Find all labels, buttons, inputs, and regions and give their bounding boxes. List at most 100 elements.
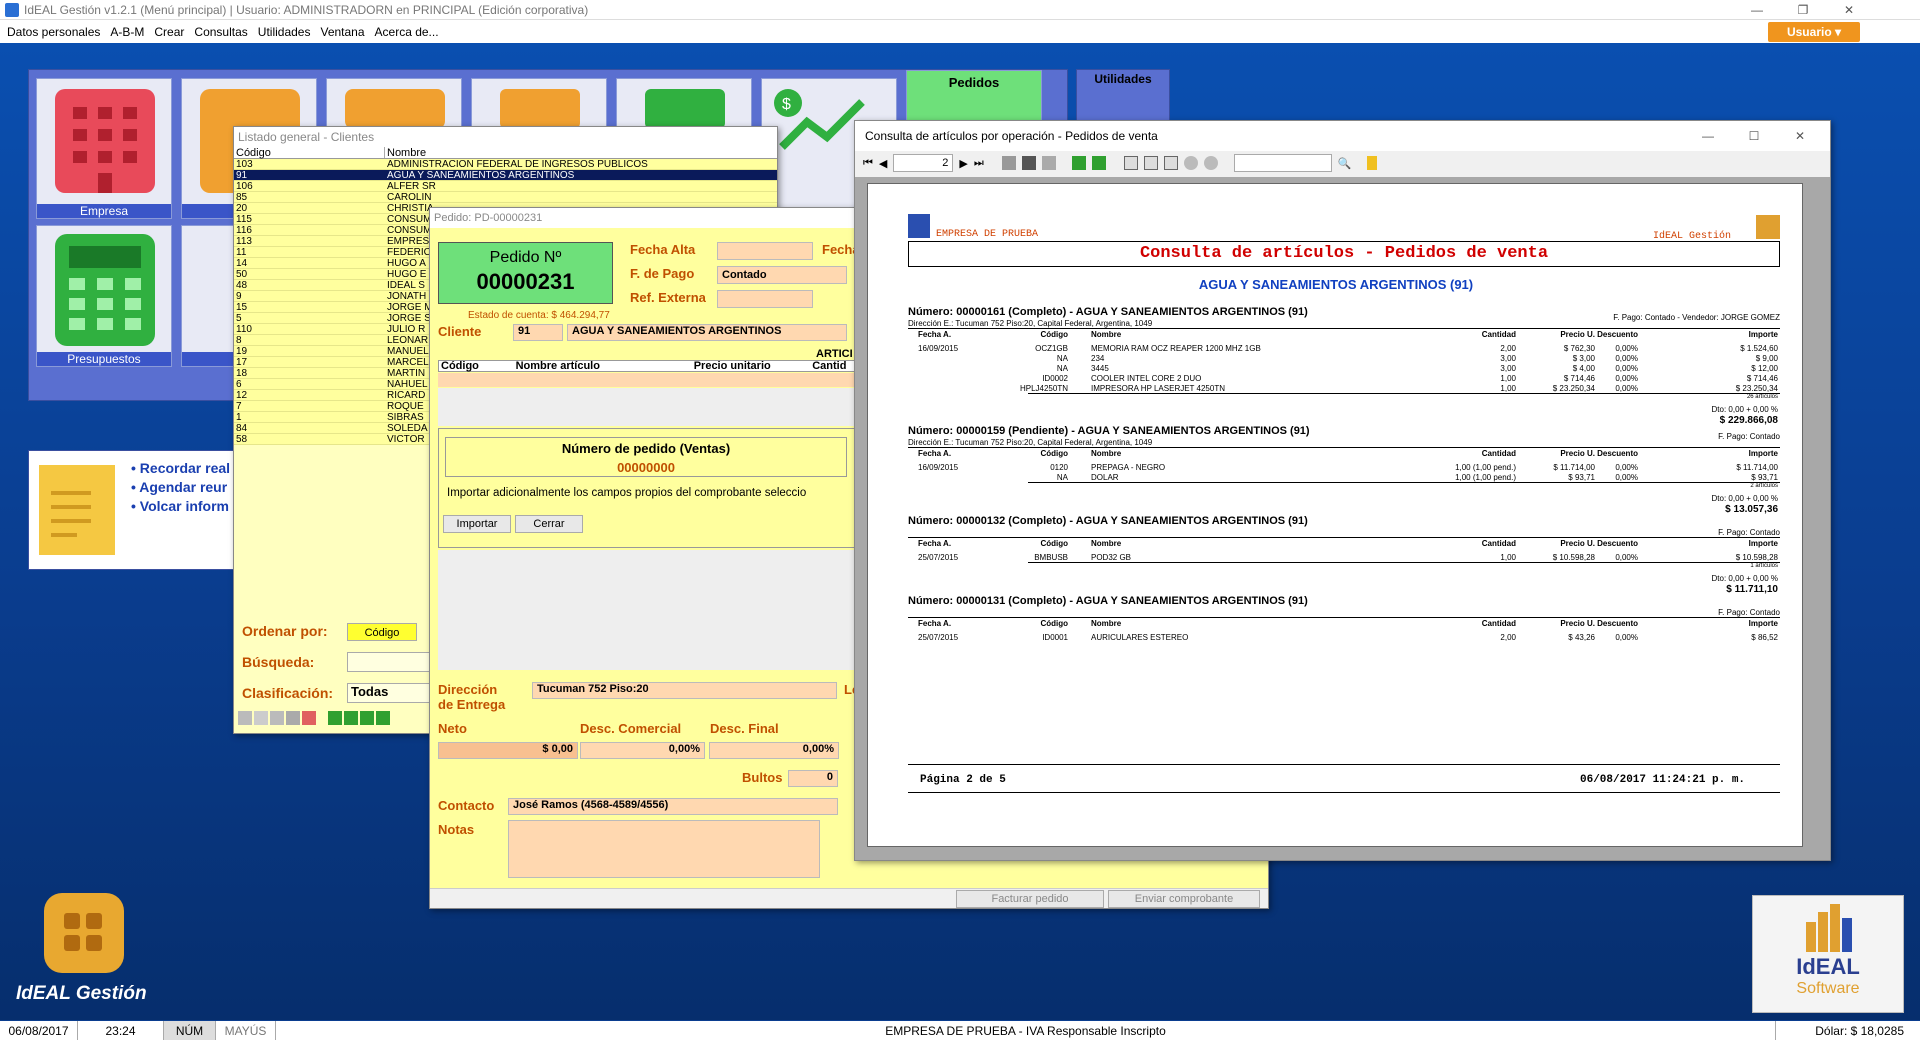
two-page-icon[interactable]	[1143, 156, 1158, 170]
refresh-icon[interactable]	[1071, 156, 1086, 170]
art-col-nombre[interactable]: Nombre artículo	[514, 361, 688, 372]
desc-comercial-value[interactable]: 0,00%	[580, 742, 705, 759]
table-row[interactable]: 106 ALFER SR	[234, 181, 777, 192]
section-p2-row-0-2: PREPAGA - NEGRO	[1091, 463, 1166, 472]
minimize-icon[interactable]: —	[1734, 0, 1780, 20]
cell-codigo: 58	[236, 434, 248, 444]
section-p1-row-2-5: 0,00%	[1615, 364, 1638, 373]
facturar-button[interactable]: Facturar pedido	[956, 890, 1104, 908]
prev-page-icon[interactable]: ◀	[879, 157, 887, 170]
section-p1-row-3-2: COOLER INTEL CORE 2 DUO	[1091, 374, 1202, 383]
fpago-select[interactable]: Contado	[717, 266, 847, 284]
cell-codigo: 113	[236, 236, 252, 246]
section-p2-arts: 2 artículos	[1750, 483, 1778, 489]
section-p2-row-1-3: 1,00 (1,00 pend.)	[1455, 473, 1516, 482]
fecha-alta-input[interactable]	[717, 242, 813, 260]
contacto-select[interactable]: José Ramos (4568-4589/4556)	[508, 798, 838, 815]
user-button[interactable]: Usuario ▾	[1768, 22, 1860, 42]
cerrar-button[interactable]: Cerrar	[515, 515, 583, 533]
section-p1-row-1-1: NA	[1056, 354, 1068, 363]
next-page-icon[interactable]: ▶	[959, 157, 967, 170]
notas-input[interactable]	[508, 820, 820, 878]
exit-icon[interactable]	[1367, 156, 1378, 170]
section-p1-row-4-5: 0,00%	[1615, 384, 1638, 393]
cliente-codigo[interactable]: 91	[513, 324, 563, 341]
importar-button[interactable]: Importar	[443, 515, 511, 533]
section-p2-hdr-1: Código	[1040, 449, 1068, 458]
art-col-cantidad[interactable]: Cantid	[782, 361, 857, 372]
last-icon[interactable]	[376, 711, 390, 725]
numero-pedido-value[interactable]: 00000000	[446, 460, 846, 475]
print-report-icon[interactable]	[1001, 156, 1016, 170]
menu-acerca[interactable]: Acerca de...	[375, 25, 439, 39]
desc-final-value[interactable]: 0,00%	[709, 742, 839, 759]
menu-crear[interactable]: Crear	[154, 25, 184, 39]
grid-icon[interactable]	[238, 711, 252, 725]
section-p2-row-0-6: $ 11.714,00	[1736, 463, 1778, 472]
menu-abm[interactable]: A-B-M	[110, 25, 144, 39]
menu-datos-personales[interactable]: Datos personales	[7, 25, 100, 39]
reminder-2[interactable]: • Agendar reur	[131, 478, 230, 497]
consulta-maximize-icon[interactable]: ☐	[1731, 126, 1777, 146]
first-icon[interactable]	[328, 711, 342, 725]
dropdown-icon[interactable]	[254, 711, 268, 725]
menu-ventana[interactable]: Ventana	[320, 25, 364, 39]
find-icon[interactable]: 🔍	[1338, 157, 1352, 170]
section-p1-hdr-1: Código	[1040, 330, 1068, 339]
search-report-input[interactable]	[1233, 154, 1332, 172]
table-row[interactable]: 91 AGUA Y SANEAMIENTOS ARGENTINOS	[234, 170, 777, 181]
section-p3-head: Número: 00000132 (Completo) - AGUA Y SAN…	[908, 515, 1308, 527]
ref-input[interactable]	[717, 290, 813, 308]
last-page-icon[interactable]: ⏭	[974, 157, 984, 170]
reload-icon[interactable]	[1091, 156, 1106, 170]
consulta-close-icon[interactable]: ✕	[1777, 126, 1823, 146]
minus-icon[interactable]	[270, 711, 284, 725]
section-p1-line	[908, 328, 1780, 329]
first-page-icon[interactable]: ⏮	[863, 157, 873, 170]
page-input[interactable]: 2	[893, 154, 954, 172]
zoom-in-icon[interactable]	[1203, 156, 1218, 170]
copy-icon[interactable]	[1041, 156, 1056, 170]
col-nombre[interactable]: Nombre	[385, 147, 765, 159]
multi-page-icon[interactable]	[1163, 156, 1178, 170]
tile-empresa[interactable]: Empresa	[36, 78, 172, 219]
restore-icon[interactable]: ❐	[1780, 0, 1826, 20]
art-col-precio[interactable]: Precio unitario	[688, 361, 783, 372]
consulta-minimize-icon[interactable]: —	[1685, 126, 1731, 146]
section-p3-row-0-6: $ 10.598,28	[1735, 553, 1778, 562]
zoom-out-icon[interactable]	[1183, 156, 1198, 170]
prev-icon[interactable]	[344, 711, 358, 725]
tile-presupuestos[interactable]: Presupuestos	[36, 225, 172, 367]
direccion-select[interactable]: Tucuman 752 Piso:20	[532, 682, 837, 699]
reminder-3[interactable]: • Volcar inform	[131, 497, 230, 516]
clasificacion-select[interactable]: Todas	[347, 683, 437, 703]
save-icon[interactable]	[1021, 156, 1036, 170]
art-col-codigo[interactable]: Código	[439, 361, 514, 372]
reminder-1[interactable]: • Recordar real	[131, 459, 230, 478]
cell-codigo: 7	[236, 401, 242, 411]
next-icon[interactable]	[360, 711, 374, 725]
menu-consultas[interactable]: Consultas	[194, 25, 247, 39]
print-icon[interactable]	[286, 711, 300, 725]
notas-label: Notas	[438, 822, 475, 837]
menu-utilidades[interactable]: Utilidades	[258, 25, 311, 39]
page-view-icon[interactable]	[1123, 156, 1138, 170]
ordenar-label: Ordenar por:	[242, 623, 328, 639]
busqueda-input[interactable]	[347, 652, 437, 672]
table-row[interactable]: 103 ADMINISTRACION FEDERAL DE INGRESOS PU…	[234, 159, 777, 170]
section-p3-subline	[1028, 562, 1780, 563]
close-icon[interactable]: ✕	[1826, 0, 1872, 20]
cliente-nombre[interactable]: AGUA Y SANEAMIENTOS ARGENTINOS	[567, 324, 847, 341]
bultos-value[interactable]: 0	[788, 770, 838, 787]
estado-cuenta: Estado de cuenta: $ 464.294,77	[468, 310, 610, 321]
articulos-edit-row[interactable]	[438, 373, 858, 387]
ordenar-codigo-button[interactable]: Código	[347, 623, 417, 641]
col-codigo[interactable]: Código	[234, 147, 385, 159]
enviar-button[interactable]: Enviar comprobante	[1108, 890, 1260, 908]
cell-codigo: 15	[236, 302, 248, 312]
section-p2-dir: Dirección E.: Tucuman 752 Piso:20, Capit…	[908, 438, 1153, 447]
export-icon[interactable]	[302, 711, 316, 725]
table-row[interactable]: 85 CAROLIN	[234, 192, 777, 203]
consulta-title: Consulta de artículos por operación - Pe…	[865, 129, 1158, 143]
note-icon	[39, 465, 115, 555]
